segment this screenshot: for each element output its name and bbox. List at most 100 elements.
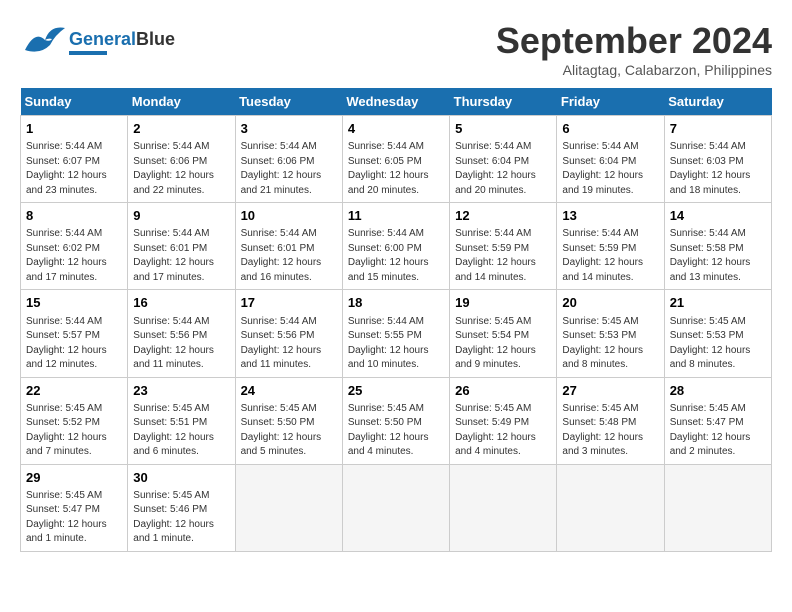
day-info: Sunrise: 5:45 AMSunset: 5:47 PMDaylight:… — [26, 489, 122, 547]
calendar-cell: 23 Sunrise: 5:45 AMSunset: 5:51 PMDayligh… — [128, 377, 235, 464]
logo-text-block: GeneralBlue — [69, 30, 175, 55]
calendar-cell: 11 Sunrise: 5:44 AMSunset: 6:00 PMDayligh… — [342, 203, 449, 290]
day-number: 27 — [562, 382, 658, 400]
day-info: Sunrise: 5:44 AMSunset: 5:59 PMDaylight:… — [455, 227, 551, 285]
day-info: Sunrise: 5:44 AMSunset: 5:55 PMDaylight:… — [348, 315, 444, 373]
calendar-cell — [664, 464, 771, 551]
calendar-cell: 26 Sunrise: 5:45 AMSunset: 5:49 PMDayligh… — [450, 377, 557, 464]
calendar-cell: 6 Sunrise: 5:44 AMSunset: 6:04 PMDaylight… — [557, 116, 664, 203]
calendar-cell: 24 Sunrise: 5:45 AMSunset: 5:50 PMDayligh… — [235, 377, 342, 464]
day-info: Sunrise: 5:45 AMSunset: 5:50 PMDaylight:… — [241, 402, 337, 460]
day-number: 28 — [670, 382, 766, 400]
day-info: Sunrise: 5:45 AMSunset: 5:52 PMDaylight:… — [26, 402, 122, 460]
calendar-cell: 18 Sunrise: 5:44 AMSunset: 5:55 PMDayligh… — [342, 290, 449, 377]
location-subtitle: Alitagtag, Calabarzon, Philippines — [496, 62, 772, 78]
logo-bird-icon — [20, 20, 65, 65]
calendar-cell: 28 Sunrise: 5:45 AMSunset: 5:47 PMDayligh… — [664, 377, 771, 464]
calendar-cell: 21 Sunrise: 5:45 AMSunset: 5:53 PMDayligh… — [664, 290, 771, 377]
day-number: 26 — [455, 382, 551, 400]
day-info: Sunrise: 5:45 AMSunset: 5:46 PMDaylight:… — [133, 489, 229, 547]
day-info: Sunrise: 5:45 AMSunset: 5:50 PMDaylight:… — [348, 402, 444, 460]
day-info: Sunrise: 5:45 AMSunset: 5:47 PMDaylight:… — [670, 402, 766, 460]
calendar-cell: 27 Sunrise: 5:45 AMSunset: 5:48 PMDayligh… — [557, 377, 664, 464]
day-info: Sunrise: 5:44 AMSunset: 6:01 PMDaylight:… — [133, 227, 229, 285]
day-number: 19 — [455, 294, 551, 312]
day-info: Sunrise: 5:44 AMSunset: 6:03 PMDaylight:… — [670, 140, 766, 198]
calendar-cell: 3Sunrise: 5:44 AMSunset: 6:06 PMDaylight… — [235, 116, 342, 203]
day-number: 22 — [26, 382, 122, 400]
day-number: 8 — [26, 207, 122, 225]
day-info: Sunrise: 5:44 AMSunset: 6:01 PMDaylight:… — [241, 227, 337, 285]
calendar-week-row: 29 Sunrise: 5:45 AMSunset: 5:47 PMDayligh… — [21, 464, 772, 551]
calendar-header-row: Sunday Monday Tuesday Wednesday Thursday… — [21, 88, 772, 116]
calendar-cell: 17Sunrise: 5:44 AMSunset: 5:56 PMDayligh… — [235, 290, 342, 377]
col-thursday: Thursday — [450, 88, 557, 116]
day-info: Sunrise: 5:44 AMSunset: 6:00 PMDaylight:… — [348, 227, 444, 285]
day-number: 2 — [133, 120, 229, 138]
calendar-cell: 22 Sunrise: 5:45 AMSunset: 5:52 PMDayligh… — [21, 377, 128, 464]
calendar-cell: 16 Sunrise: 5:44 AMSunset: 5:56 PMDayligh… — [128, 290, 235, 377]
day-info: Sunrise: 5:45 AMSunset: 5:51 PMDaylight:… — [133, 402, 229, 460]
calendar-week-row: 8 Sunrise: 5:44 AMSunset: 6:02 PMDaylight… — [21, 203, 772, 290]
calendar-cell: 25Sunrise: 5:45 AMSunset: 5:50 PMDayligh… — [342, 377, 449, 464]
calendar-cell: 10 Sunrise: 5:44 AMSunset: 6:01 PMDayligh… — [235, 203, 342, 290]
day-number: 17 — [241, 294, 337, 312]
day-info: Sunrise: 5:45 AMSunset: 5:53 PMDaylight:… — [670, 315, 766, 373]
day-number: 6 — [562, 120, 658, 138]
calendar-cell — [235, 464, 342, 551]
day-number: 20 — [562, 294, 658, 312]
logo: GeneralBlue — [20, 20, 175, 65]
calendar-cell: 29 Sunrise: 5:45 AMSunset: 5:47 PMDayligh… — [21, 464, 128, 551]
day-info: Sunrise: 5:44 AMSunset: 5:58 PMDaylight:… — [670, 227, 766, 285]
page-header: GeneralBlue September 2024 Alitagtag, Ca… — [20, 20, 772, 78]
day-number: 10 — [241, 207, 337, 225]
calendar-cell: 20 Sunrise: 5:45 AMSunset: 5:53 PMDayligh… — [557, 290, 664, 377]
day-number: 30 — [133, 469, 229, 487]
day-info: Sunrise: 5:44 AMSunset: 5:59 PMDaylight:… — [562, 227, 658, 285]
calendar-cell: 2 Sunrise: 5:44 AMSunset: 6:06 PMDaylight… — [128, 116, 235, 203]
calendar-cell: 8 Sunrise: 5:44 AMSunset: 6:02 PMDaylight… — [21, 203, 128, 290]
day-number: 14 — [670, 207, 766, 225]
calendar-cell: 12Sunrise: 5:44 AMSunset: 5:59 PMDayligh… — [450, 203, 557, 290]
calendar-cell: 19Sunrise: 5:45 AMSunset: 5:54 PMDayligh… — [450, 290, 557, 377]
day-info: Sunrise: 5:44 AMSunset: 5:56 PMDaylight:… — [133, 315, 229, 373]
day-info: Sunrise: 5:44 AMSunset: 6:06 PMDaylight:… — [133, 140, 229, 198]
calendar-cell: 7Sunrise: 5:44 AMSunset: 6:03 PMDaylight… — [664, 116, 771, 203]
calendar-cell: 4Sunrise: 5:44 AMSunset: 6:05 PMDaylight… — [342, 116, 449, 203]
day-info: Sunrise: 5:45 AMSunset: 5:53 PMDaylight:… — [562, 315, 658, 373]
day-info: Sunrise: 5:45 AMSunset: 5:48 PMDaylight:… — [562, 402, 658, 460]
calendar-cell — [557, 464, 664, 551]
day-number: 29 — [26, 469, 122, 487]
calendar-week-row: 1 Sunrise: 5:44 AMSunset: 6:07 PMDaylight… — [21, 116, 772, 203]
calendar-cell: 5Sunrise: 5:44 AMSunset: 6:04 PMDaylight… — [450, 116, 557, 203]
calendar-cell — [450, 464, 557, 551]
col-monday: Monday — [128, 88, 235, 116]
day-number: 18 — [348, 294, 444, 312]
day-info: Sunrise: 5:45 AMSunset: 5:49 PMDaylight:… — [455, 402, 551, 460]
day-info: Sunrise: 5:44 AMSunset: 6:02 PMDaylight:… — [26, 227, 122, 285]
calendar-week-row: 15 Sunrise: 5:44 AMSunset: 5:57 PMDayligh… — [21, 290, 772, 377]
day-number: 24 — [241, 382, 337, 400]
col-wednesday: Wednesday — [342, 88, 449, 116]
day-info: Sunrise: 5:44 AMSunset: 6:04 PMDaylight:… — [562, 140, 658, 198]
logo-general: General — [69, 29, 136, 49]
calendar-cell: 9 Sunrise: 5:44 AMSunset: 6:01 PMDaylight… — [128, 203, 235, 290]
day-info: Sunrise: 5:44 AMSunset: 6:07 PMDaylight:… — [26, 140, 122, 198]
day-number: 5 — [455, 120, 551, 138]
day-number: 21 — [670, 294, 766, 312]
day-number: 16 — [133, 294, 229, 312]
day-number: 1 — [26, 120, 122, 138]
calendar-table: Sunday Monday Tuesday Wednesday Thursday… — [20, 88, 772, 552]
day-number: 23 — [133, 382, 229, 400]
day-number: 11 — [348, 207, 444, 225]
calendar-cell: 14 Sunrise: 5:44 AMSunset: 5:58 PMDayligh… — [664, 203, 771, 290]
calendar-cell: 13Sunrise: 5:44 AMSunset: 5:59 PMDayligh… — [557, 203, 664, 290]
day-info: Sunrise: 5:44 AMSunset: 5:57 PMDaylight:… — [26, 315, 122, 373]
col-saturday: Saturday — [664, 88, 771, 116]
logo-blue: Blue — [136, 29, 175, 49]
day-number: 9 — [133, 207, 229, 225]
month-title: September 2024 — [496, 20, 772, 62]
calendar-cell — [342, 464, 449, 551]
day-number: 15 — [26, 294, 122, 312]
col-tuesday: Tuesday — [235, 88, 342, 116]
